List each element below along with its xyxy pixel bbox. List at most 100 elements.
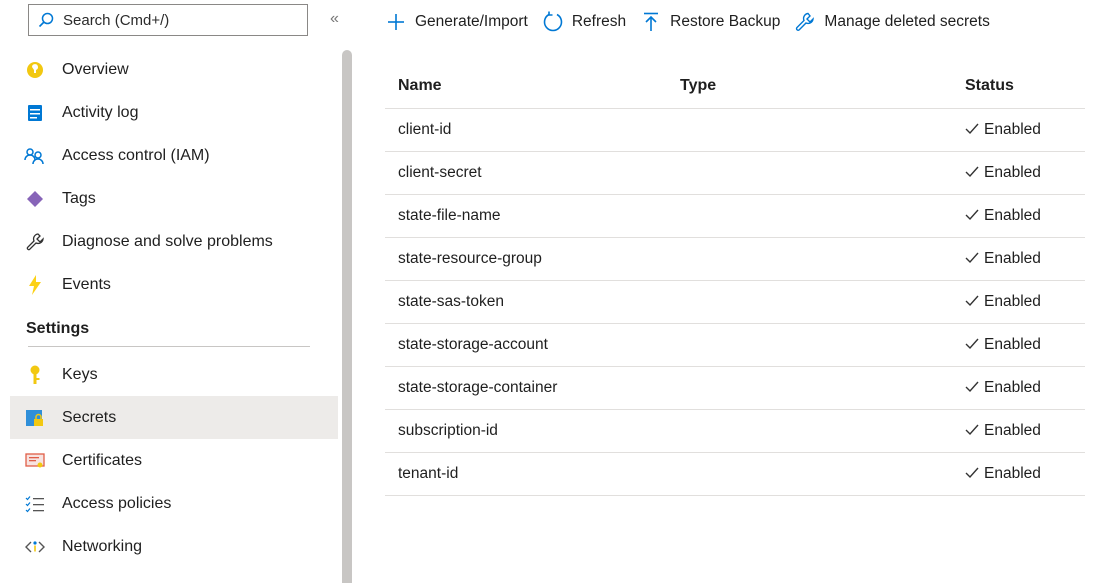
key-icon: [24, 364, 46, 386]
generate-import-label: Generate/Import: [415, 13, 528, 30]
search-input[interactable]: [61, 10, 295, 30]
refresh-button[interactable]: Refresh: [542, 11, 626, 33]
secret-status-cell: Enabled: [965, 250, 1085, 268]
overview-icon: [24, 59, 46, 81]
checkmark-icon: [965, 380, 979, 396]
secret-name-cell[interactable]: client-id: [385, 121, 680, 139]
checkmark-icon: [965, 423, 979, 439]
sidebar-item-keys[interactable]: Keys: [10, 353, 338, 396]
sidebar-item-label: Keys: [62, 365, 98, 383]
status-text: Enabled: [984, 293, 1041, 310]
secret-name-cell[interactable]: state-resource-group: [385, 250, 680, 268]
column-header-name[interactable]: Name: [385, 77, 680, 95]
secrets-table: Name Type Status client-id Enabled client-…: [385, 64, 1085, 496]
wrench-icon: [24, 231, 46, 253]
activity-log-icon: [24, 102, 46, 124]
checkmark-icon: [965, 251, 979, 267]
search-icon: [37, 11, 55, 29]
sidebar-item-diagnose[interactable]: Diagnose and solve problems: [10, 220, 338, 263]
status-text: Enabled: [984, 121, 1041, 138]
sidebar-item-label: Tags: [62, 189, 96, 207]
search-box[interactable]: [28, 4, 308, 36]
secret-status-cell: Enabled: [965, 121, 1085, 139]
status-text: Enabled: [984, 379, 1041, 396]
sidebar-item-label: Activity log: [62, 103, 139, 121]
table-row[interactable]: tenant-id Enabled: [385, 452, 1085, 496]
table-row[interactable]: state-storage-account Enabled: [385, 323, 1085, 366]
sidebar-item-label: Events: [62, 275, 111, 293]
status-text: Enabled: [984, 336, 1041, 353]
checkmark-icon: [965, 466, 979, 482]
secret-status-cell: Enabled: [965, 379, 1085, 397]
checkmark-icon: [965, 122, 979, 138]
checkmark-icon: [965, 294, 979, 310]
status-text: Enabled: [984, 422, 1041, 439]
table-row[interactable]: client-secret Enabled: [385, 151, 1085, 194]
table-row[interactable]: state-file-name Enabled: [385, 194, 1085, 237]
tag-icon: [24, 188, 46, 210]
command-bar: Generate/Import Refresh Restore Backup M…: [385, 0, 1004, 44]
secret-name-cell[interactable]: subscription-id: [385, 422, 680, 440]
secret-status-cell: Enabled: [965, 164, 1085, 182]
lightning-icon: [24, 274, 46, 296]
sidebar-item-networking[interactable]: Networking: [10, 525, 338, 568]
sidebar: « Overview Activity log Access control (…: [0, 0, 352, 583]
nav-menu: Overview Activity log Access control (IA…: [10, 48, 338, 568]
sidebar-item-activity-log[interactable]: Activity log: [10, 91, 338, 134]
secret-name-cell[interactable]: client-secret: [385, 164, 680, 182]
sidebar-item-events[interactable]: Events: [10, 263, 338, 306]
sidebar-item-label: Access control (IAM): [62, 146, 210, 164]
table-row[interactable]: state-sas-token Enabled: [385, 280, 1085, 323]
secret-name-cell[interactable]: state-sas-token: [385, 293, 680, 311]
status-text: Enabled: [984, 164, 1041, 181]
sidebar-item-overview[interactable]: Overview: [10, 48, 338, 91]
secret-name-cell[interactable]: state-storage-account: [385, 336, 680, 354]
sidebar-item-certificates[interactable]: Certificates: [10, 439, 338, 482]
sidebar-item-access-policies[interactable]: Access policies: [10, 482, 338, 525]
networking-icon: [24, 536, 46, 558]
sidebar-item-secrets[interactable]: Secrets: [10, 396, 338, 439]
sidebar-item-tags[interactable]: Tags: [10, 177, 338, 220]
sidebar-item-label: Networking: [62, 537, 143, 555]
sidebar-item-iam[interactable]: Access control (IAM): [10, 134, 338, 177]
column-header-type[interactable]: Type: [680, 77, 965, 95]
secret-status-cell: Enabled: [965, 293, 1085, 311]
checkmark-icon: [965, 337, 979, 353]
checkmark-icon: [965, 165, 979, 181]
secret-name-cell[interactable]: tenant-id: [385, 465, 680, 483]
secret-status-cell: Enabled: [965, 207, 1085, 225]
plus-icon: [385, 11, 407, 33]
sidebar-item-label: Diagnose and solve problems: [62, 232, 273, 250]
settings-section-title: Settings: [26, 320, 90, 337]
restore-backup-button[interactable]: Restore Backup: [640, 11, 780, 33]
table-row[interactable]: state-resource-group Enabled: [385, 237, 1085, 280]
wrench-icon: [794, 11, 816, 33]
table-row[interactable]: subscription-id Enabled: [385, 409, 1085, 452]
secret-status-cell: Enabled: [965, 422, 1085, 440]
status-text: Enabled: [984, 207, 1041, 224]
refresh-icon: [542, 11, 564, 33]
column-header-status[interactable]: Status: [965, 77, 1085, 95]
secret-status-cell: Enabled: [965, 465, 1085, 483]
certificate-icon: [24, 450, 46, 472]
restore-backup-label: Restore Backup: [670, 13, 781, 30]
table-row[interactable]: state-storage-container Enabled: [385, 366, 1085, 409]
checkmark-icon: [965, 208, 979, 224]
sidebar-item-label: Access policies: [62, 494, 172, 512]
sidebar-item-label: Overview: [62, 60, 129, 78]
table-row[interactable]: client-id Enabled: [385, 108, 1085, 151]
collapse-sidebar-button[interactable]: «: [330, 10, 339, 28]
generate-import-button[interactable]: Generate/Import: [385, 11, 528, 33]
manage-deleted-secrets-button[interactable]: Manage deleted secrets: [794, 11, 990, 33]
access-policies-icon: [24, 493, 46, 515]
secret-name-cell[interactable]: state-storage-container: [385, 379, 680, 397]
key-vault-secrets-page: « Overview Activity log Access control (…: [0, 0, 1115, 583]
manage-deleted-secrets-label: Manage deleted secrets: [824, 13, 990, 30]
secret-name-cell[interactable]: state-file-name: [385, 207, 680, 225]
sidebar-scrollbar[interactable]: [342, 50, 352, 583]
iam-icon: [24, 145, 46, 167]
secret-status-cell: Enabled: [965, 336, 1085, 354]
section-divider: [28, 346, 310, 347]
table-body: client-id Enabled client-secret Enabled stat…: [385, 108, 1085, 496]
table-header: Name Type Status: [385, 64, 1085, 108]
